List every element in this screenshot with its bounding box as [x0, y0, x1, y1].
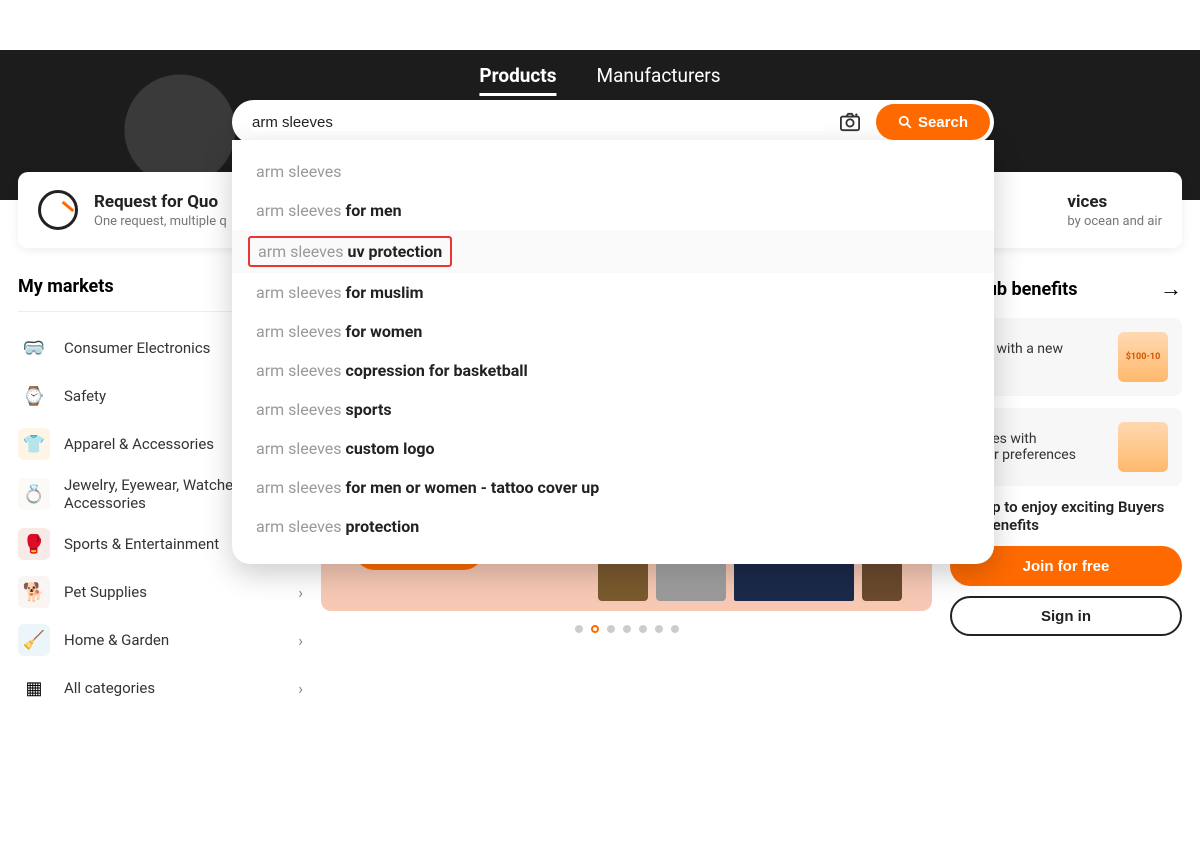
rfq-card[interactable]: Request for Quo One request, multiple q: [94, 192, 227, 229]
carousel-dot[interactable]: [591, 625, 599, 633]
search-suggestions: arm sleevesarm sleeves for menarm sleeve…: [232, 140, 994, 564]
category-icon: ⌚: [18, 380, 50, 412]
suggestion-item[interactable]: arm sleeves custom logo: [232, 429, 994, 468]
suggestion-item[interactable]: arm sleeves copression for basketball: [232, 351, 994, 390]
rfq-subtitle: One request, multiple q: [94, 214, 227, 229]
category-item[interactable]: 🐕 Pet Supplies›: [18, 568, 303, 616]
carousel-dot[interactable]: [655, 625, 663, 633]
carousel-dot[interactable]: [639, 625, 647, 633]
chevron-right-icon: ›: [298, 679, 303, 698]
product-boots-image: [598, 561, 648, 601]
search-bar: Search: [232, 100, 994, 144]
tab-manufacturers[interactable]: Manufacturers: [597, 64, 721, 96]
category-icon: 🐕: [18, 576, 50, 608]
image-search-icon[interactable]: [838, 112, 862, 132]
category-icon: 👕: [18, 428, 50, 460]
suggestion-item[interactable]: arm sleeves sports: [232, 390, 994, 429]
category-icon: ▦: [18, 672, 50, 704]
search-input[interactable]: [252, 114, 824, 131]
category-icon: 🧹: [18, 624, 50, 656]
category-item[interactable]: 🧹 Home & Garden›: [18, 616, 303, 664]
carousel-dot[interactable]: [575, 625, 583, 633]
rfq-title: Request for Quo: [94, 192, 227, 212]
category-icon: 🥽: [18, 332, 50, 364]
carousel-dots: [321, 625, 932, 633]
suggestion-item[interactable]: arm sleeves for women: [232, 312, 994, 351]
category-icon: 🥊: [18, 528, 50, 560]
category-label: Home & Garden: [64, 631, 298, 649]
notepad-icon: [1118, 422, 1168, 472]
suggestion-item[interactable]: arm sleeves for men or women - tattoo co…: [232, 468, 994, 507]
rfq-target-icon: [38, 190, 78, 230]
search-tabs: Products Manufacturers: [479, 64, 720, 96]
category-label: Pet Supplies: [64, 583, 298, 601]
category-label: All categories: [64, 679, 298, 697]
suggestion-item[interactable]: arm sleeves protection: [232, 507, 994, 546]
search-container: Search arm sleevesarm sleeves for menarm…: [232, 100, 994, 564]
logistics-title: vices: [1067, 192, 1162, 212]
suggestion-item[interactable]: arm sleeves: [232, 152, 994, 191]
carousel-dot[interactable]: [671, 625, 679, 633]
logistics-subtitle: by ocean and air: [1067, 214, 1162, 229]
coupon-icon: $100-10: [1118, 332, 1168, 382]
arrow-right-icon[interactable]: →: [1160, 276, 1182, 302]
chevron-right-icon: ›: [298, 583, 303, 602]
suggestion-item[interactable]: arm sleeves for muslim: [232, 273, 994, 312]
logistics-card[interactable]: vices by ocean and air: [1067, 192, 1162, 229]
suggestion-item[interactable]: arm sleeves for men: [232, 191, 994, 230]
search-button[interactable]: Search: [876, 104, 990, 140]
search-icon: [898, 115, 912, 129]
category-icon: 💍: [18, 478, 50, 510]
category-item[interactable]: ▦ All categories›: [18, 664, 303, 712]
suggestion-item[interactable]: arm sleeves uv protection: [232, 230, 994, 273]
sign-in-button[interactable]: Sign in: [950, 596, 1182, 636]
tab-products[interactable]: Products: [479, 64, 556, 96]
search-button-label: Search: [918, 114, 968, 131]
carousel-dot[interactable]: [607, 625, 615, 633]
carousel-dot[interactable]: [623, 625, 631, 633]
chevron-right-icon: ›: [298, 631, 303, 650]
